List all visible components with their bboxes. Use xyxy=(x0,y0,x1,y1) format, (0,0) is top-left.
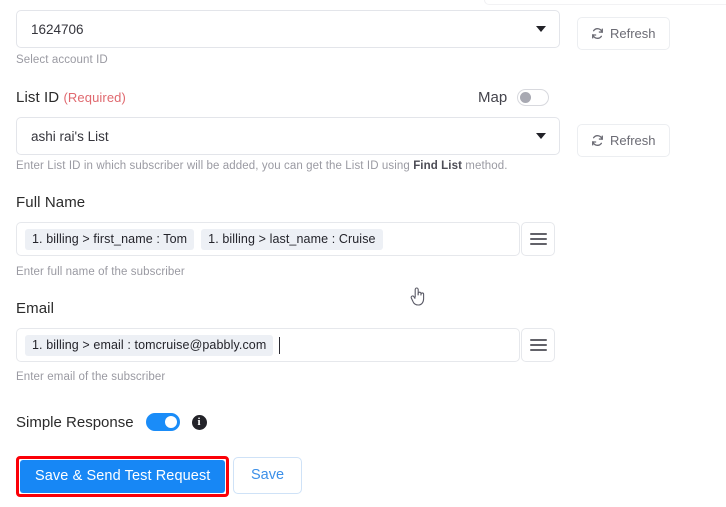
hamburger-icon-bar xyxy=(529,339,547,341)
full-name-menu-button[interactable] xyxy=(521,222,555,256)
full-name-token-field[interactable]: 1. billing > first_name : Tom 1. billing… xyxy=(16,222,520,256)
list-refresh-label: Refresh xyxy=(610,133,656,148)
email-helper: Enter email of the subscriber xyxy=(16,371,166,383)
list-id-helper-bold: Find List xyxy=(413,160,462,172)
hamburger-icon-bar xyxy=(529,238,547,240)
hamburger-icon-bar xyxy=(529,233,547,235)
list-id-value: ashi rai's List xyxy=(31,128,109,144)
account-id-helper: Select account ID xyxy=(16,54,108,66)
panel-top-edge xyxy=(484,0,726,5)
account-id-value: 1624706 xyxy=(31,21,84,37)
map-toggle[interactable] xyxy=(517,89,550,106)
save-button[interactable]: Save xyxy=(233,457,303,494)
list-id-helper-suffix: method. xyxy=(462,160,508,172)
list-id-select[interactable]: ashi rai's List xyxy=(16,117,560,155)
save-and-send-test-request-button[interactable]: Save & Send Test Request xyxy=(20,460,226,493)
hamburger-icon-bar xyxy=(529,344,547,346)
email-token-field[interactable]: 1. billing > email : tomcruise@pabbly.co… xyxy=(16,328,520,362)
list-id-required-badge: (Required) xyxy=(63,90,126,105)
refresh-icon xyxy=(591,27,604,40)
save-and-send-highlight: Save & Send Test Request xyxy=(16,456,230,497)
map-toggle-group[interactable]: Map xyxy=(478,89,550,106)
list-refresh-button[interactable]: Refresh xyxy=(577,124,670,157)
pointer-hand-cursor xyxy=(408,285,428,314)
list-id-helper-prefix: Enter List ID in which subscriber will b… xyxy=(16,160,414,172)
simple-response-toggle[interactable] xyxy=(145,413,180,431)
full-name-helper: Enter full name of the subscriber xyxy=(16,266,185,278)
hamburger-icon-bar xyxy=(529,349,547,351)
full-name-input[interactable]: 1. billing > first_name : Tom 1. billing… xyxy=(16,222,520,256)
map-toggle-knob xyxy=(520,92,532,103)
info-icon[interactable]: i xyxy=(191,414,207,430)
action-setup-form: 1624706 Select account ID Refresh List I… xyxy=(0,0,726,507)
account-id-select-control[interactable]: 1624706 xyxy=(16,10,560,48)
email-menu-button[interactable] xyxy=(521,328,555,362)
chevron-down-icon[interactable] xyxy=(536,133,546,139)
email-token[interactable]: 1. billing > email : tomcruise@pabbly.co… xyxy=(25,334,274,356)
list-id-label-text: List ID xyxy=(16,89,60,106)
map-label: Map xyxy=(478,89,508,106)
list-id-label: List ID (Required) xyxy=(16,89,126,107)
email-input[interactable]: 1. billing > email : tomcruise@pabbly.co… xyxy=(16,328,520,362)
full-name-token[interactable]: 1. billing > first_name : Tom xyxy=(25,228,195,250)
account-refresh-label: Refresh xyxy=(610,26,656,41)
chevron-down-icon[interactable] xyxy=(536,26,546,32)
refresh-icon xyxy=(591,134,604,147)
list-id-select-control[interactable]: ashi rai's List xyxy=(16,117,560,155)
email-label: Email xyxy=(16,300,55,317)
simple-response-toggle-knob xyxy=(164,416,177,428)
simple-response-group[interactable]: Simple Response i xyxy=(16,413,207,431)
text-caret xyxy=(279,336,281,354)
hamburger-icon-bar xyxy=(529,243,547,245)
full-name-token[interactable]: 1. billing > last_name : Cruise xyxy=(201,228,383,250)
account-refresh-button[interactable]: Refresh xyxy=(577,17,670,50)
list-id-helper: Enter List ID in which subscriber will b… xyxy=(16,159,508,173)
account-id-select[interactable]: 1624706 xyxy=(16,10,560,48)
full-name-label: Full Name xyxy=(16,194,86,211)
simple-response-label: Simple Response xyxy=(16,413,134,431)
